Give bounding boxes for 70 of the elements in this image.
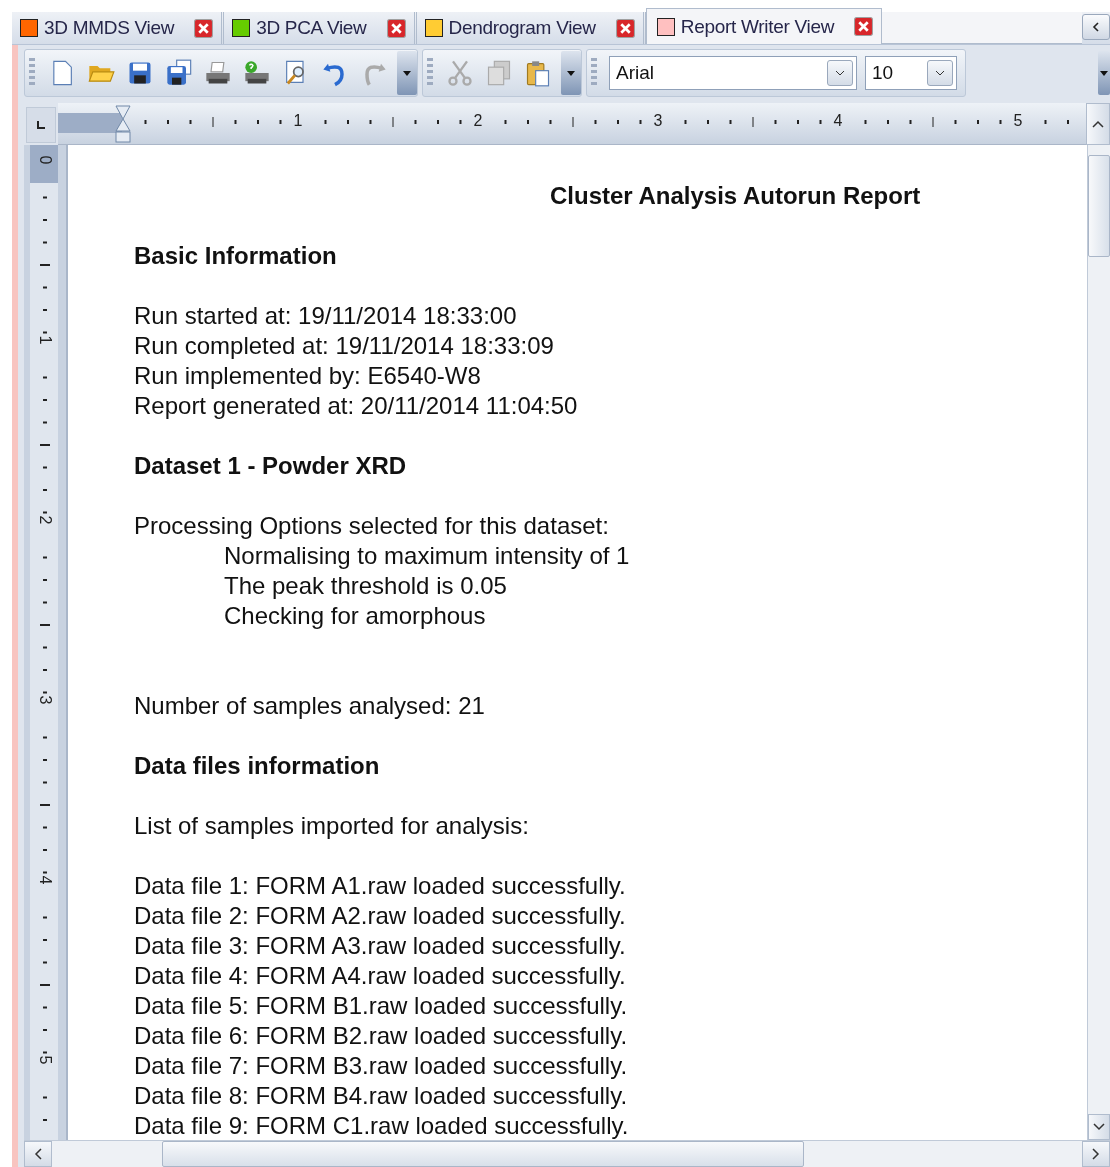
indent-marker-icon[interactable] xyxy=(115,105,131,143)
printer-help-icon[interactable] xyxy=(243,59,271,87)
paste-icon[interactable] xyxy=(524,59,552,87)
report-line: List of samples imported for analysis: xyxy=(134,811,530,841)
chevron-down-icon xyxy=(935,70,945,76)
report-line: Normalising to maximum intensity of 1 xyxy=(223,541,631,571)
toolbar-overflow-button[interactable] xyxy=(561,51,581,95)
font-dropdown[interactable]: Arial xyxy=(609,56,857,90)
scrollbar-thumb[interactable] xyxy=(1088,155,1110,257)
scroll-left-button[interactable] xyxy=(1082,14,1110,40)
caret-icon xyxy=(1100,70,1108,76)
ruler-margin xyxy=(58,113,122,133)
report-line: Data file 4: FORM A4.raw loaded successfully. xyxy=(134,961,627,991)
ruler-number: 5 xyxy=(1013,112,1023,130)
save-all-icon[interactable] xyxy=(165,59,193,87)
ruler-number: 1 xyxy=(36,334,54,347)
chevron-down-icon xyxy=(835,70,845,76)
caret-icon xyxy=(403,70,411,76)
section-heading: Basic Information xyxy=(134,241,338,271)
close-icon[interactable] xyxy=(194,18,214,38)
ruler-number: 5 xyxy=(36,1054,54,1067)
left-tab-icon xyxy=(36,120,46,130)
ruler-number: 4 xyxy=(833,112,843,130)
close-icon[interactable] xyxy=(854,17,874,36)
report-line: Data file 8: FORM B4.raw loaded successfully. xyxy=(134,1081,629,1111)
ruler-number: 3 xyxy=(653,112,663,130)
close-icon[interactable] xyxy=(386,18,406,38)
report-line: The peak threshold is 0.05 xyxy=(223,571,508,601)
ruler-number: 2 xyxy=(36,514,54,527)
caret-icon xyxy=(567,70,575,76)
report-line: Checking for amorphous xyxy=(223,601,487,631)
report-line: Data file 7: FORM B3.raw loaded successfully. xyxy=(134,1051,629,1081)
scroll-down-button[interactable] xyxy=(1088,1114,1110,1140)
ruler-number: 0 xyxy=(36,154,54,167)
chevron-up-icon xyxy=(1092,120,1104,128)
ruler-number: 4 xyxy=(36,874,54,887)
report-line: Data file 2: FORM A2.raw loaded successfully. xyxy=(134,901,627,931)
section-heading: Data files information xyxy=(134,751,381,781)
report-line: Run started at: 19/11/2014 18:33:00 xyxy=(134,301,518,331)
report-line: Data file 1: FORM A1.raw loaded successfully. xyxy=(134,871,627,901)
report-line: Processing Options selected for this dataset: xyxy=(134,511,610,541)
report-title: Cluster Analysis Autorun Report xyxy=(549,181,922,211)
section-heading: Dataset 1 - Powder XRD xyxy=(134,451,408,481)
report-line: Data file 9: FORM C1.raw loaded successfully. xyxy=(134,1111,630,1140)
report-line: Report generated at: 20/11/2014 11:04:50 xyxy=(134,391,579,421)
report-line: Run completed at: 19/11/2014 18:33:09 xyxy=(134,331,555,361)
ruler-number: 1 xyxy=(293,112,303,130)
scroll-up-button[interactable] xyxy=(1086,103,1110,145)
scroll-left-button[interactable] xyxy=(24,1141,52,1167)
chevron-down-icon xyxy=(1093,1123,1105,1131)
report-line: Data file 5: FORM B1.raw loaded successfully. xyxy=(134,991,629,1021)
scrollbar-thumb[interactable] xyxy=(162,1141,804,1167)
ruler-number: 2 xyxy=(473,112,483,130)
ruler-number: 3 xyxy=(36,694,54,707)
chevron-right-icon xyxy=(1092,1148,1100,1160)
scroll-right-button[interactable] xyxy=(1082,1141,1110,1167)
vertical-scrollbar[interactable] xyxy=(1087,145,1110,1140)
chevron-left-icon xyxy=(1091,22,1101,32)
report-line: Number of samples analysed: 21 xyxy=(134,691,486,721)
toolbar-overflow-button[interactable] xyxy=(397,51,417,95)
report-line: Data file 3: FORM A3.raw loaded successfully. xyxy=(134,931,627,961)
view-tab[interactable]: Report Writer View xyxy=(645,8,883,44)
chevron-left-icon xyxy=(34,1148,42,1160)
tab-stop-button[interactable] xyxy=(26,107,56,143)
toolbar-overflow-button[interactable] xyxy=(1098,51,1110,95)
report-line: Data file 6: FORM B2.raw loaded successfully. xyxy=(134,1021,629,1051)
font-size-dropdown[interactable]: 10 xyxy=(865,56,957,90)
close-icon[interactable] xyxy=(615,18,635,38)
report-line: Run implemented by: E6540-W8 xyxy=(134,361,482,391)
printer-icon[interactable] xyxy=(204,59,232,87)
